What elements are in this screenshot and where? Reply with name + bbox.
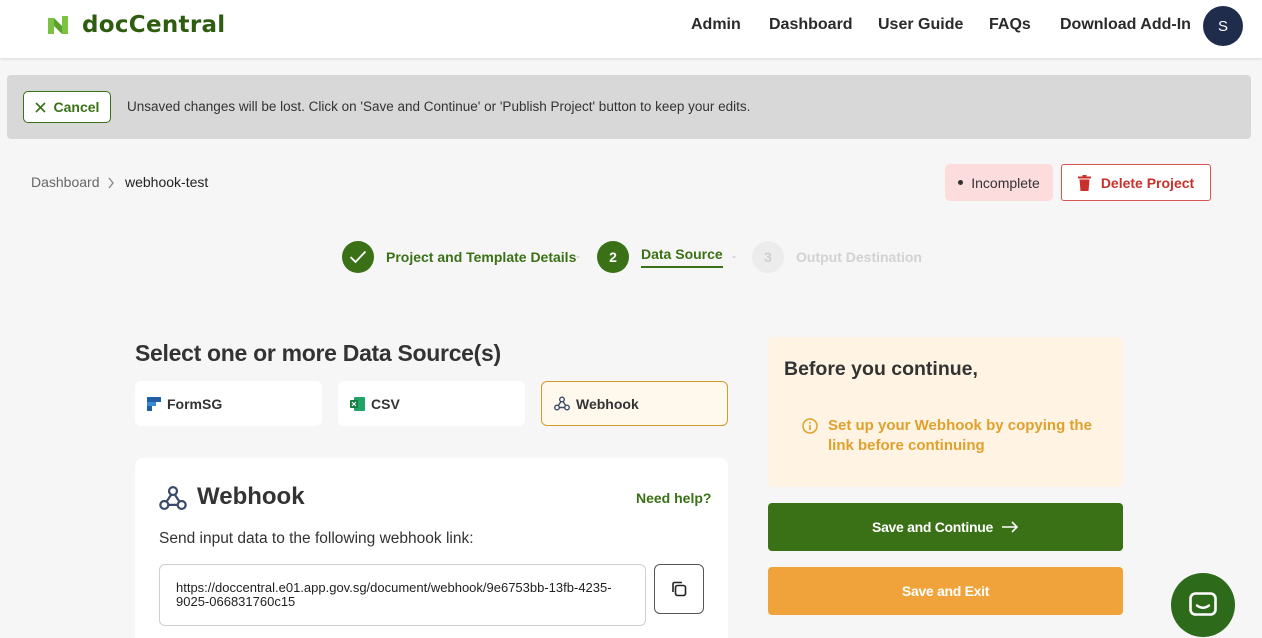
formsg-icon (147, 396, 161, 411)
status-label: Incomplete (971, 174, 1040, 191)
nav-download-add-in[interactable]: Download Add-In (1060, 16, 1191, 34)
breadcrumb-current: webhook-test (125, 174, 209, 190)
unsaved-changes-banner: Cancel Unsaved changes will be lost. Cli… (7, 75, 1251, 139)
step-3-label: Output Destination (796, 249, 922, 265)
webhook-description: Send input data to the following webhook… (159, 530, 474, 547)
source-label: Webhook (576, 395, 639, 412)
source-label: FormSG (167, 395, 223, 412)
breadcrumb-dashboard[interactable]: Dashboard (31, 174, 100, 190)
webhook-setup-note: Set up your Webhook by copying the link … (828, 417, 1092, 454)
arrow-right-icon (1001, 521, 1019, 533)
save-and-continue-label: Save and Continue (872, 519, 993, 535)
source-option-webhook[interactable]: Webhook (541, 381, 728, 426)
data-source-title: Select one or more Data Source(s) (135, 340, 501, 366)
status-dot (958, 180, 964, 185)
webhook-icon (554, 396, 570, 411)
save-and-exit-label: Save and Exit (901, 583, 990, 599)
close-icon (34, 101, 46, 113)
nav-user-guide[interactable]: User Guide (878, 16, 963, 34)
checkmark-icon (349, 250, 367, 264)
nav-faqs[interactable]: FAQs (989, 16, 1031, 34)
copy-url-button[interactable] (654, 564, 704, 614)
need-help-link[interactable]: Need help? (636, 490, 711, 506)
chevron-right-icon (108, 177, 114, 189)
source-label: CSV (371, 395, 400, 412)
step-1-label[interactable]: Project and Template Details (386, 249, 576, 265)
status-badge: Incomplete (945, 164, 1053, 201)
delete-project-button[interactable]: Delete Project (1061, 164, 1211, 201)
chat-support-button[interactable] (1171, 573, 1235, 637)
step-2-label[interactable]: Data Source (641, 246, 723, 268)
app-logo[interactable]: docCentral (48, 12, 226, 38)
step-2-circle: 2 (597, 241, 629, 273)
user-avatar[interactable]: S (1203, 6, 1243, 46)
step-separator: - (732, 249, 736, 263)
chat-icon (1189, 592, 1217, 616)
webhook-icon (159, 485, 187, 511)
nav-admin[interactable]: Admin (691, 16, 741, 34)
doccentral-logo-icon (48, 16, 68, 34)
step-3-circle: 3 (752, 241, 784, 273)
banner-message: Unsaved changes will be lost. Click on '… (127, 99, 751, 114)
step-separator: - (576, 249, 580, 263)
save-and-exit-button[interactable]: Save and Exit (768, 567, 1123, 615)
webhook-panel-title: Webhook (197, 483, 305, 510)
copy-icon (672, 581, 687, 597)
before-you-continue-title: Before you continue, (784, 358, 978, 380)
step-1-circle (342, 241, 374, 273)
webhook-url-field[interactable]: https://doccentral.e01.app.gov.sg/docume… (159, 564, 646, 626)
source-option-csv[interactable]: CSV (338, 381, 525, 426)
trash-icon (1077, 174, 1091, 191)
webhook-panel: Webhook Need help? Send input data to th… (135, 458, 728, 638)
app-name: docCentral (82, 12, 226, 38)
top-header: docCentral Admin Dashboard User Guide FA… (0, 0, 1262, 58)
before-you-continue-box: Before you continue, Set up your Webhook… (768, 337, 1123, 487)
source-option-formsg[interactable]: FormSG (135, 381, 322, 426)
excel-icon (350, 396, 365, 411)
nav-dashboard[interactable]: Dashboard (769, 16, 853, 34)
save-and-continue-button[interactable]: Save and Continue (768, 503, 1123, 551)
delete-project-label: Delete Project (1100, 174, 1195, 191)
cancel-button[interactable]: Cancel (23, 91, 111, 123)
info-icon (802, 418, 818, 434)
cancel-label: Cancel (53, 99, 100, 115)
